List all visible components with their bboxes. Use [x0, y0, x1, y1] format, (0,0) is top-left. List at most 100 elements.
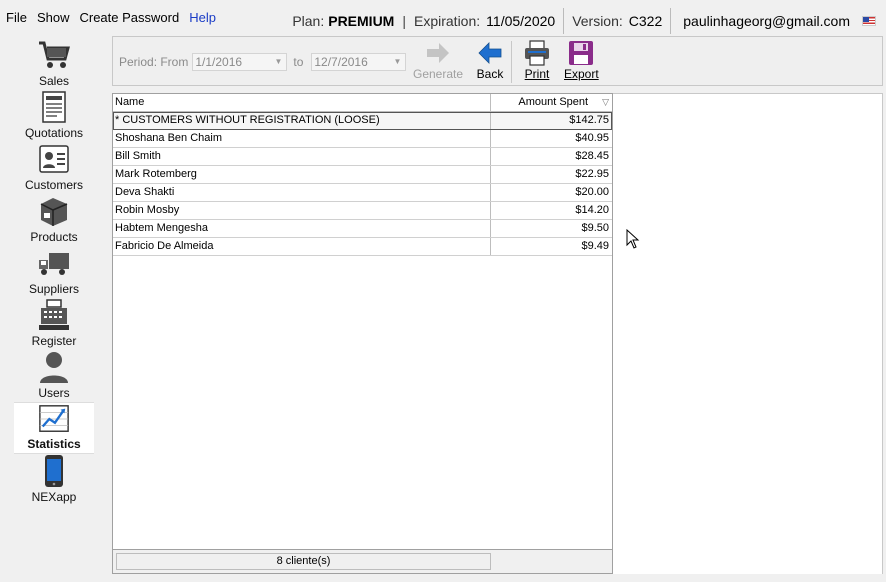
- line-chart-icon: [39, 405, 69, 432]
- info-divider: [563, 8, 565, 34]
- version-value: C322: [628, 13, 663, 29]
- user-icon: [40, 352, 68, 383]
- sidebar-item-users[interactable]: Users: [14, 350, 94, 402]
- info-divider: [670, 8, 672, 34]
- sidebar-item-quotations[interactable]: Quotations: [14, 90, 94, 142]
- table-row[interactable]: Shoshana Ben Chaim $40.95: [113, 130, 612, 148]
- info-separator: |: [402, 13, 406, 29]
- table-row[interactable]: * CUSTOMERS WITHOUT REGISTRATION (LOOSE)…: [113, 112, 612, 130]
- empty-panel: [613, 93, 883, 574]
- table-body: * CUSTOMERS WITHOUT REGISTRATION (LOOSE)…: [113, 112, 612, 256]
- sidebar-item-label: Customers: [24, 178, 83, 192]
- menu-left: File Show Create Password Help: [0, 10, 216, 25]
- printer-icon: [525, 40, 549, 66]
- user-email: paulinhageorg@gmail.com: [683, 13, 850, 29]
- sidebar-item-label: Products: [30, 230, 78, 244]
- cell-customer-name: Fabricio De Almeida: [113, 238, 491, 255]
- cell-amount-spent: $20.00: [575, 186, 609, 198]
- cell-amount-spent: $40.95: [575, 132, 609, 144]
- menu-show[interactable]: Show: [37, 10, 70, 25]
- arrow-right-icon: [427, 43, 450, 63]
- contact-card-icon: [39, 145, 69, 173]
- sort-icon: ▽: [602, 97, 609, 107]
- cell-customer-name: Habtem Mengesha: [113, 220, 491, 237]
- expiration-value: 11/05/2020: [486, 13, 556, 29]
- cash-register-icon: [39, 299, 69, 330]
- document-icon: [42, 91, 66, 123]
- sidebar-item-label: Suppliers: [28, 282, 80, 296]
- table-footer: 8 cliente(s): [113, 549, 612, 573]
- to-date-picker[interactable]: 12/7/2016 ▼: [311, 53, 407, 71]
- plan-label: Plan:: [292, 13, 325, 29]
- generate-label: Generate: [413, 67, 464, 81]
- table-row[interactable]: Robin Mosby $14.20: [113, 202, 612, 220]
- cell-amount-spent: $142.75: [569, 114, 609, 126]
- sidebar-item-sales[interactable]: Sales: [14, 38, 94, 90]
- cell-customer-name: Mark Rotemberg: [113, 166, 491, 183]
- toolbar-divider: [511, 41, 512, 83]
- box-icon: [40, 198, 68, 226]
- table-header: Name Amount Spent ▽: [113, 94, 612, 112]
- cell-amount-spent: $14.20: [575, 204, 609, 216]
- print-label: Print: [524, 67, 550, 81]
- chevron-down-icon: ▼: [393, 57, 402, 66]
- plan-value: PREMIUM: [328, 13, 395, 29]
- customer-spending-table: Name Amount Spent ▽ * CUSTOMERS WITHOUT R…: [112, 93, 613, 574]
- table-row[interactable]: Bill Smith $28.45: [113, 148, 612, 166]
- back-label: Back: [476, 67, 504, 81]
- cell-amount-spent: $22.95: [575, 168, 609, 180]
- print-button[interactable]: Print: [523, 39, 551, 81]
- menu-help[interactable]: Help: [189, 10, 216, 25]
- to-label: to: [293, 55, 304, 69]
- sidebar-item-customers[interactable]: Customers: [14, 142, 94, 194]
- sidebar-item-register[interactable]: Register: [14, 298, 94, 350]
- from-date-value: 1/1/2016: [195, 55, 243, 69]
- table-row[interactable]: Habtem Mengesha $9.50: [113, 220, 612, 238]
- chevron-down-icon: ▼: [274, 57, 283, 66]
- cell-customer-name: Shoshana Ben Chaim: [113, 130, 491, 147]
- menu-create-password[interactable]: Create Password: [79, 10, 179, 25]
- sidebar-item-products[interactable]: Products: [14, 194, 94, 246]
- record-count: 8 cliente(s): [116, 553, 491, 570]
- sidebar-item-suppliers[interactable]: Suppliers: [14, 246, 94, 298]
- sidebar-item-nexapp[interactable]: NEXapp: [14, 454, 94, 506]
- license-info: Plan: PREMIUM | Expiration: 11/05/2020 V…: [292, 8, 876, 34]
- table-row[interactable]: Fabricio De Almeida $9.49: [113, 238, 612, 256]
- smartphone-icon: [45, 455, 63, 487]
- column-header-amount[interactable]: Amount Spent ▽: [491, 94, 612, 111]
- cell-customer-name: * CUSTOMERS WITHOUT REGISTRATION (LOOSE): [113, 112, 491, 129]
- cell-amount-spent: $9.50: [581, 222, 609, 234]
- truck-icon: [39, 253, 69, 275]
- period-filter: Period: From 1/1/2016 ▼ to 12/7/2016 ▼: [119, 53, 407, 71]
- export-label: Export: [564, 67, 599, 81]
- version-label: Version:: [572, 13, 623, 29]
- sidebar-item-label: Register: [31, 334, 77, 348]
- sidebar: Sales Quotations Customers Products Supp…: [14, 38, 96, 506]
- cell-amount-spent: $9.49: [581, 240, 609, 252]
- arrow-left-icon: [478, 42, 502, 64]
- floppy-disk-icon: [569, 41, 594, 65]
- sidebar-item-label: Users: [38, 386, 70, 400]
- table-row[interactable]: Deva Shakti $20.00: [113, 184, 612, 202]
- sidebar-item-label: Quotations: [24, 126, 84, 140]
- sidebar-item-label: Statistics: [27, 437, 81, 451]
- cell-customer-name: Bill Smith: [113, 148, 491, 165]
- table-row[interactable]: Mark Rotemberg $22.95: [113, 166, 612, 184]
- from-date-picker[interactable]: 1/1/2016 ▼: [192, 53, 288, 71]
- cell-customer-name: Robin Mosby: [113, 202, 491, 219]
- to-date-value: 12/7/2016: [314, 55, 368, 69]
- menu-bar: File Show Create Password Help Plan: PRE…: [0, 0, 886, 34]
- period-label: Period: From: [119, 55, 189, 69]
- export-button[interactable]: Export: [564, 39, 599, 81]
- column-header-amount-label: Amount Spent: [518, 96, 589, 108]
- sidebar-item-statistics[interactable]: Statistics: [14, 402, 94, 454]
- back-button[interactable]: Back: [476, 39, 504, 81]
- mouse-cursor-icon: [626, 229, 640, 249]
- generate-button[interactable]: Generate: [413, 39, 463, 81]
- sidebar-item-label: NEXapp: [31, 490, 77, 504]
- report-toolbar: Period: From 1/1/2016 ▼ to 12/7/2016 ▼ G…: [112, 36, 883, 86]
- column-header-name[interactable]: Name: [113, 94, 491, 111]
- us-flag-icon[interactable]: [862, 16, 876, 26]
- cell-amount-spent: $28.45: [575, 150, 609, 162]
- menu-file[interactable]: File: [6, 10, 27, 25]
